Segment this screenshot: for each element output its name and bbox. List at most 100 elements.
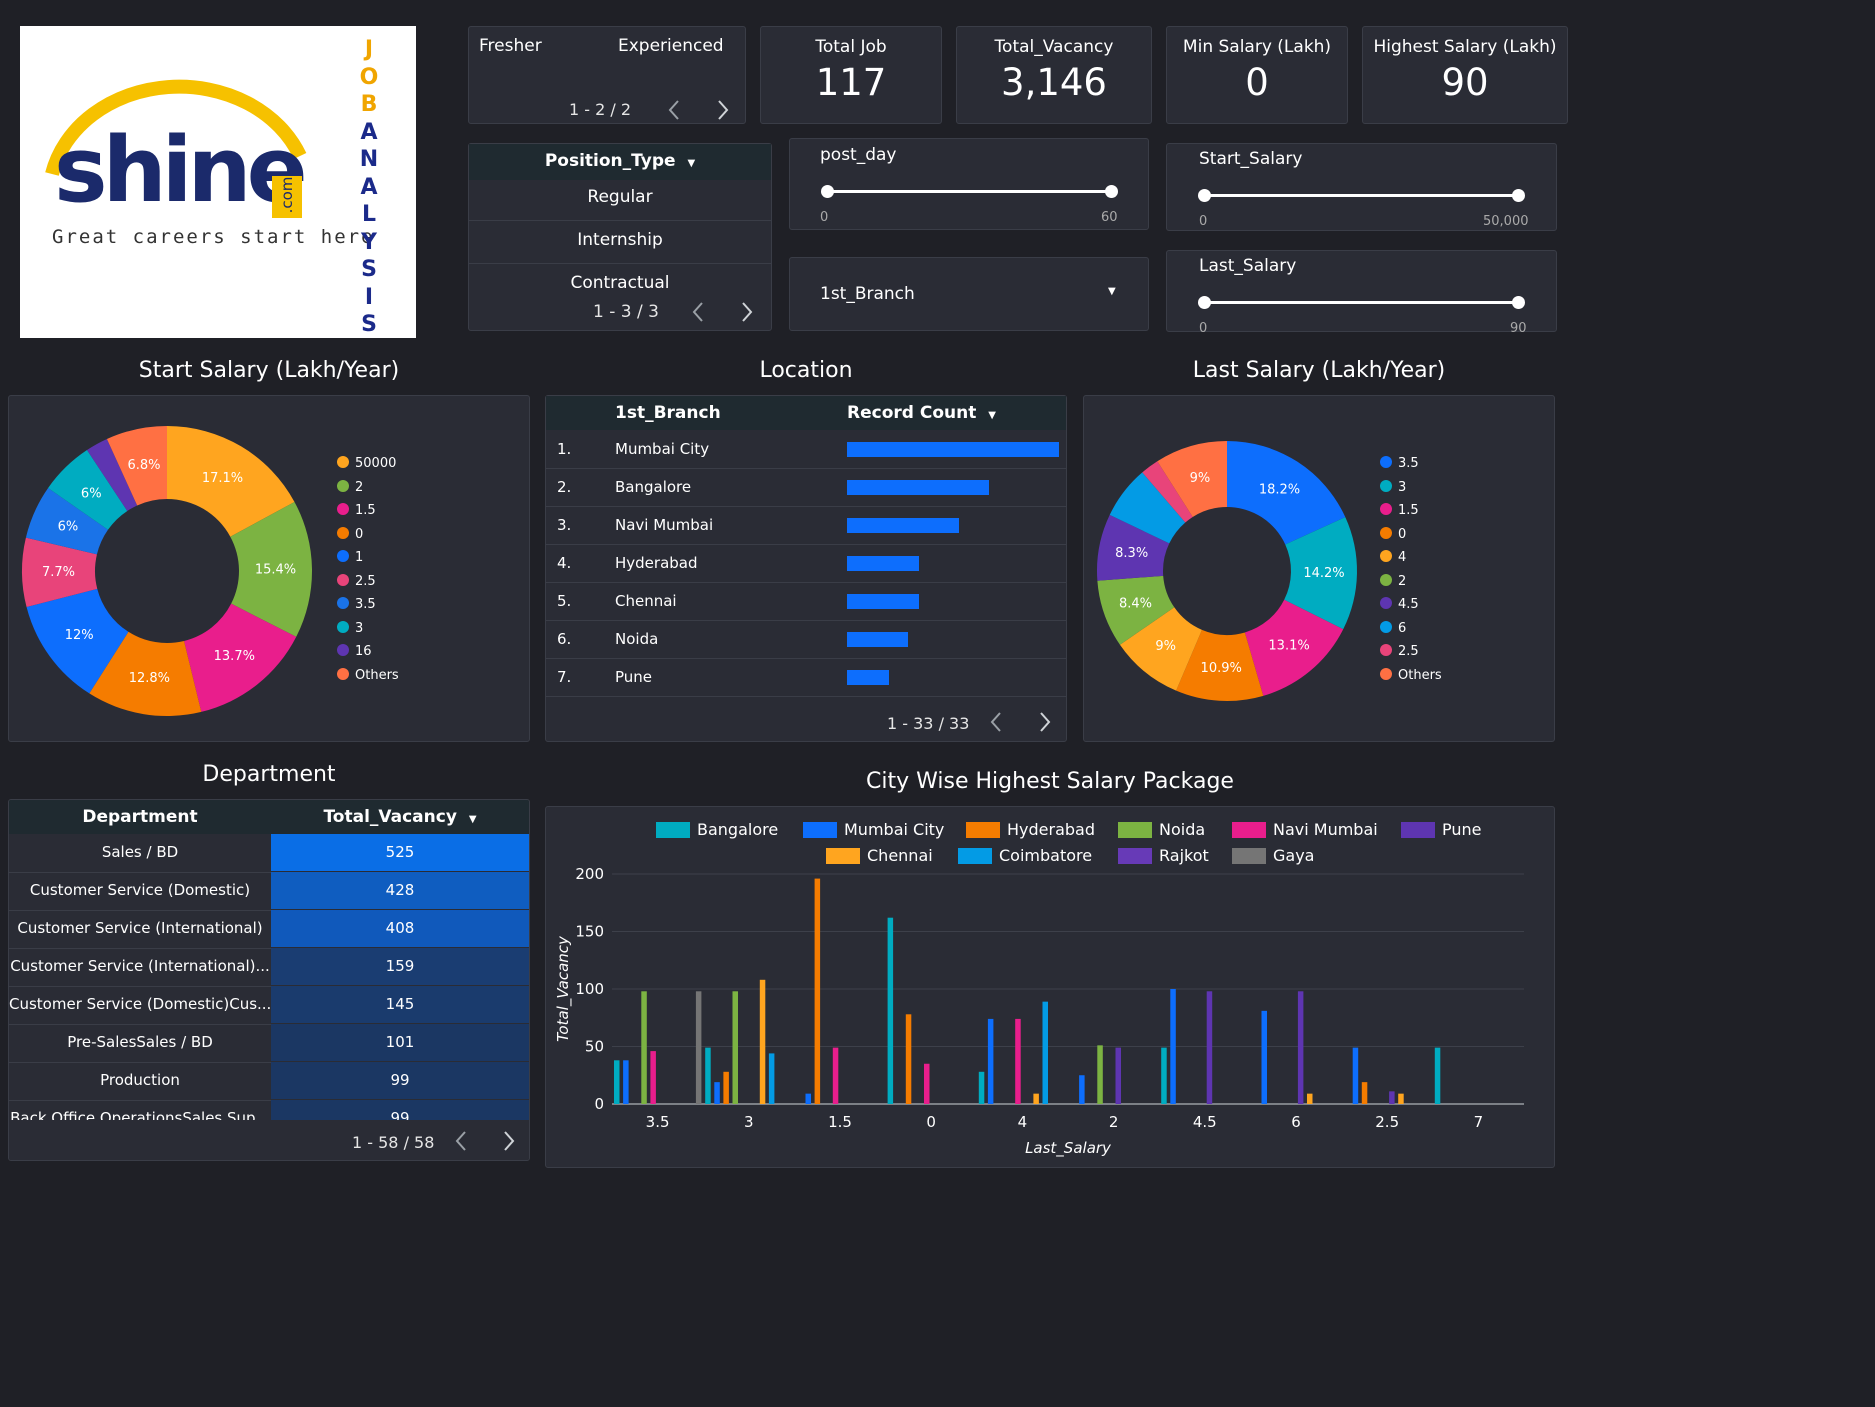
legend-label[interactable]: Hyderabad bbox=[1007, 820, 1095, 839]
table-row[interactable]: 6. Noida bbox=[546, 620, 1066, 659]
table-row[interactable]: 7. Pune bbox=[546, 658, 1066, 697]
bar[interactable] bbox=[805, 1093, 812, 1104]
table-row[interactable]: Customer Service (International)... 159 bbox=[9, 948, 529, 987]
legend-label[interactable]: Navi Mumbai bbox=[1273, 820, 1378, 839]
legend-entry[interactable]: 2.5 bbox=[1380, 644, 1419, 659]
legend-label[interactable]: Mumbai City bbox=[844, 820, 944, 839]
legend-label[interactable]: Rajkot bbox=[1159, 846, 1209, 865]
table-row[interactable]: 5. Chennai bbox=[546, 582, 1066, 621]
table-row[interactable]: 2. Bangalore bbox=[546, 468, 1066, 507]
bar[interactable] bbox=[1115, 1047, 1122, 1104]
bar[interactable] bbox=[978, 1071, 985, 1104]
legend-entry[interactable]: 0 bbox=[337, 526, 363, 542]
position-type-regular[interactable]: Regular bbox=[469, 187, 771, 207]
slider-track[interactable] bbox=[1205, 194, 1519, 197]
table-row[interactable]: Customer Service (Domestic)Cus... 145 bbox=[9, 986, 529, 1025]
table-row[interactable]: 3. Navi Mumbai bbox=[546, 506, 1066, 545]
bar[interactable] bbox=[1170, 989, 1176, 1104]
bar[interactable] bbox=[1297, 991, 1304, 1104]
legend-entry[interactable]: 2 bbox=[1380, 573, 1406, 589]
chevron-left-icon[interactable] bbox=[452, 1129, 472, 1153]
table-row[interactable]: 4. Hyderabad bbox=[546, 544, 1066, 583]
location-col-count[interactable]: Record Count ▼ bbox=[847, 403, 996, 423]
bar[interactable] bbox=[695, 991, 702, 1104]
bar[interactable] bbox=[1307, 1093, 1313, 1104]
bar[interactable] bbox=[1398, 1093, 1404, 1104]
table-row[interactable]: Sales / BD 525 bbox=[9, 834, 529, 873]
slider-max-handle[interactable] bbox=[1105, 185, 1118, 198]
legend-entry[interactable]: 3.5 bbox=[337, 597, 376, 612]
legend-label[interactable]: Chennai bbox=[867, 846, 933, 865]
slider-track[interactable] bbox=[828, 190, 1112, 193]
legend-entry[interactable]: 1.5 bbox=[337, 503, 376, 518]
position-type-header[interactable]: Position_Type ▼ bbox=[469, 151, 771, 171]
bar[interactable] bbox=[1261, 1010, 1268, 1104]
bar[interactable] bbox=[832, 1047, 839, 1104]
legend-entry[interactable]: 2 bbox=[337, 479, 363, 495]
bar[interactable] bbox=[1206, 991, 1213, 1104]
legend-entry[interactable]: 2.5 bbox=[337, 573, 376, 589]
bar[interactable] bbox=[732, 991, 739, 1104]
legend-entry[interactable]: 16 bbox=[337, 644, 372, 659]
table-row[interactable]: 1. Mumbai City bbox=[546, 430, 1066, 469]
bar[interactable] bbox=[623, 1060, 629, 1104]
bar[interactable] bbox=[1434, 1047, 1441, 1104]
legend-entry[interactable]: 3 bbox=[1380, 479, 1406, 495]
bar[interactable] bbox=[1361, 1082, 1368, 1104]
slider-min-handle[interactable] bbox=[1198, 296, 1211, 309]
filter-option-fresher[interactable]: Fresher bbox=[479, 36, 542, 56]
branch-dropdown[interactable]: 1st_Branch ▼ bbox=[789, 257, 1149, 331]
bar[interactable] bbox=[987, 1018, 994, 1104]
bar[interactable] bbox=[723, 1071, 729, 1104]
legend-entry[interactable]: 6 bbox=[1380, 620, 1406, 636]
bar[interactable] bbox=[705, 1047, 711, 1104]
position-type-contractual[interactable]: Contractual bbox=[469, 273, 771, 293]
bar[interactable] bbox=[650, 1051, 656, 1104]
legend-entry[interactable]: 4 bbox=[1380, 550, 1406, 565]
chevron-right-icon[interactable] bbox=[1035, 710, 1055, 734]
legend-label[interactable]: Bangalore bbox=[697, 820, 778, 839]
bar[interactable] bbox=[768, 1053, 775, 1104]
chevron-left-icon[interactable] bbox=[987, 710, 1007, 734]
legend-label[interactable]: Coimbatore bbox=[999, 846, 1092, 865]
slider-max-handle[interactable] bbox=[1512, 189, 1525, 202]
chevron-right-icon[interactable] bbox=[499, 1129, 519, 1153]
location-col-branch[interactable]: 1st_Branch bbox=[615, 403, 721, 423]
position-type-internship[interactable]: Internship bbox=[469, 230, 771, 250]
bar[interactable] bbox=[905, 1014, 912, 1104]
legend-entry[interactable]: 1 bbox=[337, 550, 363, 565]
slider-track[interactable] bbox=[1205, 301, 1519, 304]
department-col-name[interactable]: Department bbox=[9, 807, 271, 827]
table-row[interactable]: Customer Service (Domestic) 428 bbox=[9, 872, 529, 911]
department-col-vacancy[interactable]: Total_Vacancy ▼ bbox=[271, 807, 529, 827]
bar[interactable] bbox=[887, 917, 894, 1104]
bar[interactable] bbox=[641, 991, 647, 1104]
chevron-right-icon[interactable] bbox=[713, 98, 733, 122]
table-row[interactable]: Customer Service (International) 408 bbox=[9, 910, 529, 949]
legend-entry[interactable]: Others bbox=[337, 667, 399, 683]
slider-min-handle[interactable] bbox=[821, 185, 834, 198]
legend-entry[interactable]: Others bbox=[1380, 667, 1442, 683]
chevron-left-icon[interactable] bbox=[689, 300, 709, 324]
chevron-left-icon[interactable] bbox=[665, 98, 685, 122]
bar[interactable] bbox=[1079, 1075, 1085, 1104]
legend-entry[interactable]: 4.5 bbox=[1380, 597, 1419, 612]
legend-label[interactable]: Noida bbox=[1159, 820, 1205, 839]
table-row[interactable]: Production 99 bbox=[9, 1062, 529, 1101]
bar[interactable] bbox=[1352, 1047, 1359, 1104]
table-row[interactable]: Pre-SalesSales / BD 101 bbox=[9, 1024, 529, 1063]
slider-max-handle[interactable] bbox=[1512, 296, 1525, 309]
chevron-right-icon[interactable] bbox=[737, 300, 757, 324]
bar[interactable] bbox=[924, 1063, 930, 1104]
bar[interactable] bbox=[714, 1082, 720, 1104]
slider-min-handle[interactable] bbox=[1198, 189, 1211, 202]
bar[interactable] bbox=[814, 878, 821, 1104]
bar[interactable] bbox=[1097, 1045, 1103, 1104]
legend-entry[interactable]: 50000 bbox=[337, 456, 396, 471]
filter-option-experienced[interactable]: Experienced bbox=[618, 36, 724, 56]
legend-entry[interactable]: 0 bbox=[1380, 526, 1406, 542]
bar[interactable] bbox=[1033, 1093, 1039, 1104]
legend-label[interactable]: Gaya bbox=[1273, 846, 1314, 865]
bar[interactable] bbox=[614, 1060, 620, 1104]
bar[interactable] bbox=[1042, 1001, 1049, 1104]
